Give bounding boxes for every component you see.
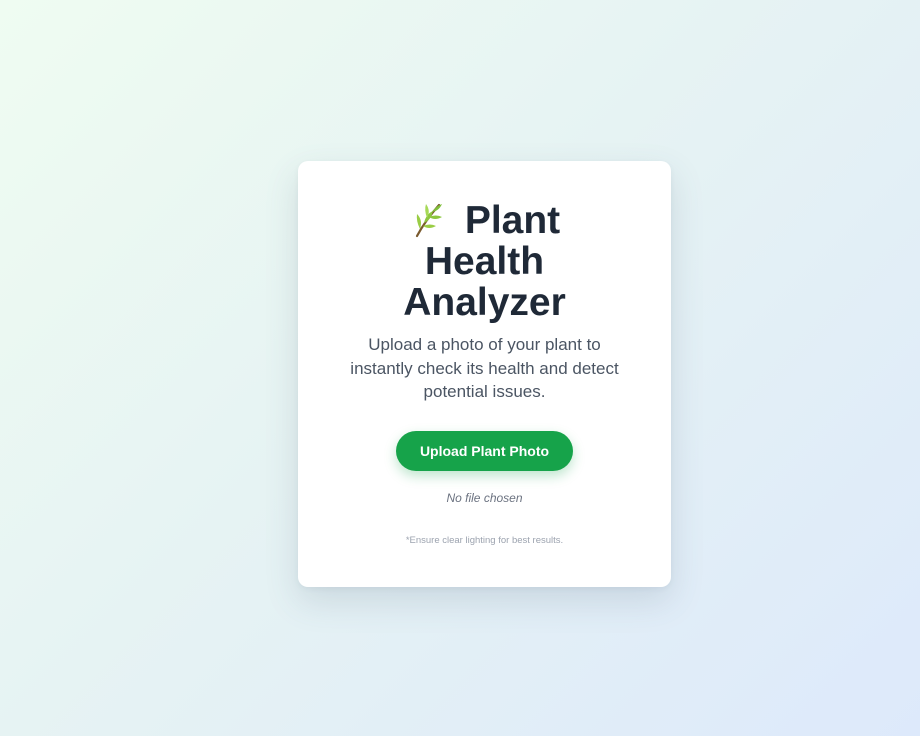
lighting-hint: *Ensure clear lighting for best results. — [405, 535, 564, 546]
upload-plant-photo-button[interactable]: Upload Plant Photo — [396, 431, 573, 471]
description: Upload a photo of your plant to instantl… — [350, 335, 619, 401]
analyzer-card: Plant Health Analyzer Upload a photo of … — [298, 161, 671, 587]
title-line-1: Plant — [464, 199, 561, 242]
title-line-2: Health — [424, 240, 545, 283]
leaf-icon — [415, 203, 442, 238]
file-status: No file chosen — [446, 491, 523, 505]
title-line-3: Analyzer — [403, 281, 566, 324]
page-title: Plant Health Analyzer — [298, 199, 671, 323]
